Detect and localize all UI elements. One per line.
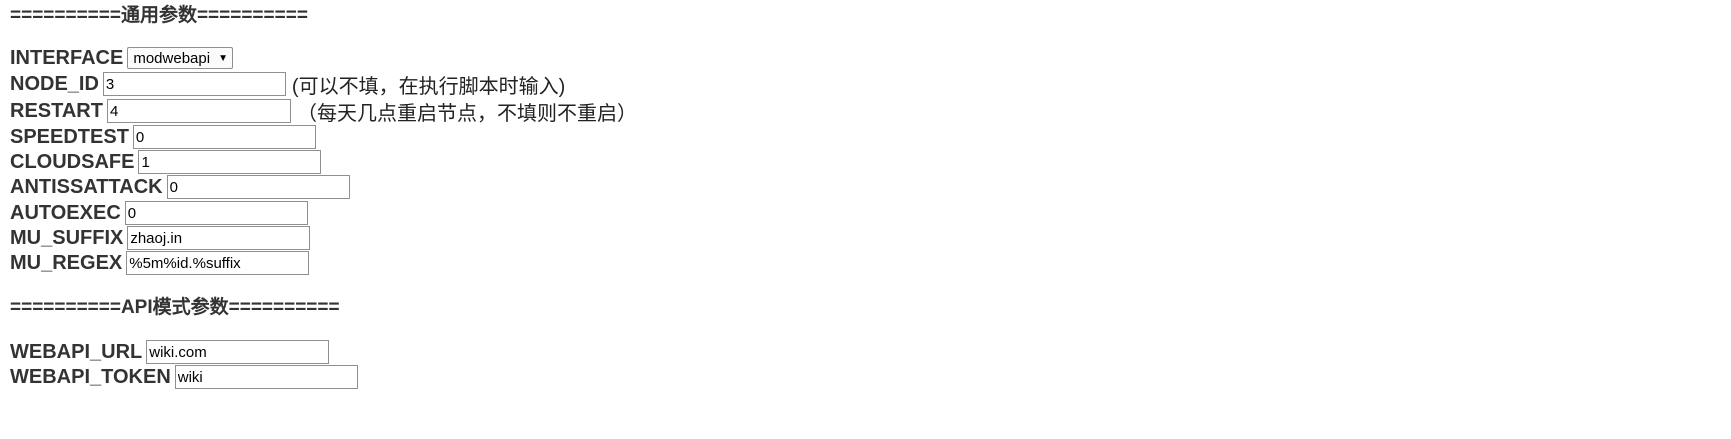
restart-label: RESTART bbox=[10, 99, 103, 122]
node-id-row: NODE_ID (可以不填，在执行脚本时输入) bbox=[10, 71, 566, 98]
cloudsafe-input[interactable] bbox=[138, 150, 322, 174]
mu-regex-label: MU_REGEX bbox=[10, 251, 123, 274]
node-id-hint: (可以不填，在执行脚本时输入) bbox=[291, 75, 566, 98]
webapi-url-input[interactable] bbox=[146, 340, 330, 364]
cloudsafe-row: CLOUDSAFE bbox=[10, 149, 322, 175]
interface-select[interactable]: modwebapi ▼ bbox=[127, 47, 234, 69]
restart-input[interactable] bbox=[106, 99, 291, 123]
restart-row: RESTART （每天几点重启节点，不填则不重启） bbox=[10, 98, 637, 125]
cloudsafe-label: CLOUDSAFE bbox=[10, 150, 135, 173]
webapi-token-label: WEBAPI_TOKEN bbox=[10, 365, 171, 388]
webapi-url-label: WEBAPI_URL bbox=[10, 340, 143, 363]
webapi-token-input[interactable] bbox=[174, 365, 358, 389]
interface-label: INTERFACE bbox=[10, 46, 124, 69]
antissattack-label: ANTISSATTACK bbox=[10, 175, 163, 198]
autoexec-label: AUTOEXEC bbox=[10, 201, 121, 224]
mu-suffix-input[interactable] bbox=[127, 226, 311, 250]
speedtest-row: SPEEDTEST bbox=[10, 124, 316, 150]
autoexec-row: AUTOEXEC bbox=[10, 200, 308, 226]
interface-row: INTERFACE modwebapi ▼ bbox=[10, 45, 234, 71]
autoexec-input[interactable] bbox=[124, 201, 308, 225]
api-params-header: ==========API模式参数========== bbox=[10, 297, 340, 318]
restart-hint: （每天几点重启节点，不填则不重启） bbox=[296, 102, 637, 125]
mu-suffix-label: MU_SUFFIX bbox=[10, 226, 124, 249]
mu-suffix-row: MU_SUFFIX bbox=[10, 225, 311, 251]
speedtest-label: SPEEDTEST bbox=[10, 125, 129, 148]
webapi-token-row: WEBAPI_TOKEN bbox=[10, 364, 358, 390]
antissattack-row: ANTISSATTACK bbox=[10, 174, 350, 200]
dropdown-arrow-icon: ▼ bbox=[218, 52, 228, 64]
interface-select-value: modwebapi bbox=[133, 49, 211, 67]
antissattack-input[interactable] bbox=[166, 175, 350, 199]
node-id-label: NODE_ID bbox=[10, 72, 99, 95]
speedtest-input[interactable] bbox=[132, 125, 316, 149]
mu-regex-row: MU_REGEX bbox=[10, 250, 310, 276]
general-params-header: ==========通用参数========== bbox=[10, 5, 308, 26]
mu-regex-input[interactable] bbox=[126, 251, 310, 275]
webapi-url-row: WEBAPI_URL bbox=[10, 339, 330, 365]
node-id-input[interactable] bbox=[102, 72, 286, 96]
